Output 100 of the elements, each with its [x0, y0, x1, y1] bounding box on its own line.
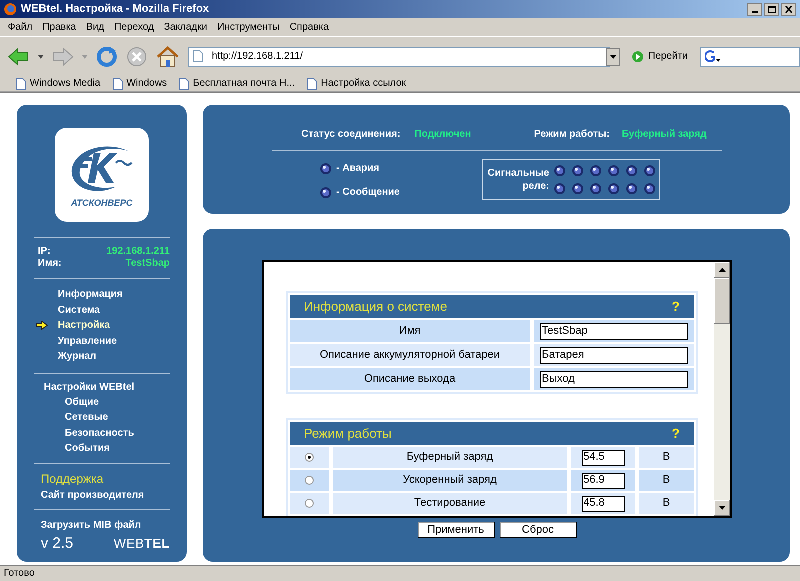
scrollbar[interactable]	[714, 262, 730, 516]
bookmark-item[interactable]: Windows Media	[16, 76, 101, 91]
table-title: Режим работы	[304, 424, 392, 443]
text-input[interactable]: TestSbap	[540, 322, 688, 340]
go-icon	[632, 50, 644, 62]
window-title: WEBtel. Настройка - Mozilla Firefox	[21, 2, 210, 17]
radio-button[interactable]	[305, 453, 314, 462]
page-icon	[179, 78, 190, 90]
menu-item[interactable]: Вид	[86, 20, 104, 34]
legend-label: - Сообщение	[336, 186, 400, 200]
indicator-lamp-icon	[590, 182, 602, 194]
scroll-thumb[interactable]	[714, 278, 730, 324]
version-label: v 2.5	[41, 534, 74, 554]
indicator-lamp-icon	[608, 164, 620, 176]
table-title: Информация о системе	[304, 298, 448, 316]
number-input[interactable]: 54.5	[582, 450, 624, 466]
form-button[interactable]: Сброс	[500, 522, 576, 538]
help-icon[interactable]: ?	[672, 424, 680, 444]
settings-link[interactable]: Сетевые	[44, 410, 170, 426]
nav-link[interactable]: Информация	[58, 287, 123, 302]
connection-label: Статус соединения:	[302, 128, 401, 142]
menu-item[interactable]: Переход	[114, 20, 154, 34]
stop-icon[interactable]	[126, 46, 148, 68]
nav-link[interactable]: Журнал	[58, 349, 97, 364]
nav-link[interactable]: Настройка	[58, 318, 110, 334]
table-cell: Тестирование	[333, 493, 567, 514]
indicator-lamp-icon	[644, 164, 656, 176]
menu-item[interactable]: Инструменты	[217, 20, 280, 34]
settings-link[interactable]: Общие	[44, 394, 170, 410]
menu-item[interactable]: Закладки	[164, 20, 208, 34]
table-cell: Описание аккумуляторной батареи	[290, 344, 530, 366]
support-heading: Поддержка	[41, 470, 105, 488]
indicator-lamp-icon	[608, 182, 620, 194]
caret-icon	[610, 54, 617, 58]
close-icon	[784, 6, 792, 12]
page-icon	[307, 78, 318, 90]
page-icon	[16, 78, 26, 90]
table-cell: В	[639, 470, 694, 491]
form-button[interactable]: Применить	[418, 522, 494, 538]
brand-logo-text: WEBTEL	[114, 535, 170, 553]
info-value: TestSbap	[126, 258, 170, 270]
indicator-lamp-icon	[644, 182, 656, 194]
bookmark-item[interactable]: Windows	[112, 76, 168, 91]
go-button[interactable]: Перейти	[628, 49, 692, 64]
bookmark-item[interactable]: Бесплатная почта H...	[179, 76, 296, 91]
nav-link[interactable]: Управление	[58, 334, 118, 349]
menu-item[interactable]: Справка	[290, 20, 330, 34]
radio-button[interactable]	[305, 499, 314, 508]
indicator-lamp-icon	[554, 182, 566, 194]
firefox-icon	[4, 2, 17, 16]
mode-label: Режим работы:	[534, 128, 610, 142]
text-input[interactable]: Батарея	[540, 346, 688, 364]
connection-value: Подключен	[414, 128, 472, 142]
dropdown-caret-icon[interactable]	[38, 54, 44, 58]
info-label: Имя:	[38, 258, 62, 270]
table-cell: Описание выхода	[290, 368, 530, 390]
info-label: IP:	[38, 246, 51, 258]
nav-link[interactable]: Система	[58, 302, 100, 318]
search-engine-icon[interactable]	[705, 50, 721, 63]
dropdown-button[interactable]	[606, 48, 620, 66]
back-arrow-icon[interactable]	[8, 46, 30, 66]
number-input[interactable]: 56.9	[582, 472, 624, 488]
scroll-up-icon[interactable]	[714, 262, 730, 278]
menu-item[interactable]: Правка	[42, 20, 76, 34]
settings-link[interactable]: События	[44, 441, 170, 456]
bookmark-item[interactable]: Настройка ссылок	[307, 76, 406, 91]
indicator-lamp-icon	[320, 186, 332, 198]
indicator-lamp-icon	[572, 164, 584, 176]
help-icon[interactable]: ?	[672, 296, 680, 316]
settings-link[interactable]: Безопасность	[44, 426, 170, 441]
indicator-lamp-icon	[626, 164, 638, 176]
search-field[interactable]	[700, 46, 800, 66]
number-input[interactable]: 45.8	[582, 496, 624, 512]
page-icon	[193, 50, 204, 63]
settings-heading: Настройки WEBtel	[44, 380, 136, 394]
manufacturer-link[interactable]: Сайт производителя	[41, 488, 170, 502]
indicator-lamp-icon	[626, 182, 638, 194]
indicator-lamp-icon	[320, 162, 332, 174]
table-cell: В	[639, 493, 694, 514]
status-bar-text: Готово	[4, 567, 35, 581]
radio-button[interactable]	[305, 476, 314, 485]
table-cell: Буферный заряд	[333, 447, 567, 468]
address-field[interactable]: http://192.168.1.211/	[188, 46, 610, 66]
page-icon	[112, 78, 123, 90]
info-value: 192.168.1.211	[106, 246, 170, 258]
relays-label: Сигнальные реле:	[486, 166, 550, 192]
text-input[interactable]: Выход	[540, 370, 688, 388]
menu-item[interactable]: Файл	[8, 20, 33, 34]
mib-upload-link[interactable]: Загрузить MIB файл	[34, 510, 170, 532]
legend-label: - Авария	[336, 162, 380, 176]
indicator-lamp-icon	[590, 164, 602, 176]
minimize-button[interactable]	[747, 2, 762, 16]
scroll-down-icon[interactable]	[714, 500, 730, 516]
maximize-button[interactable]	[764, 2, 779, 16]
table-cell: В	[639, 447, 694, 468]
table-cell: Ускоренный заряд	[333, 470, 567, 491]
close-button[interactable]	[781, 2, 796, 16]
reload-icon[interactable]	[96, 46, 118, 68]
indicator-lamp-icon	[572, 182, 584, 194]
home-icon[interactable]	[156, 46, 180, 68]
